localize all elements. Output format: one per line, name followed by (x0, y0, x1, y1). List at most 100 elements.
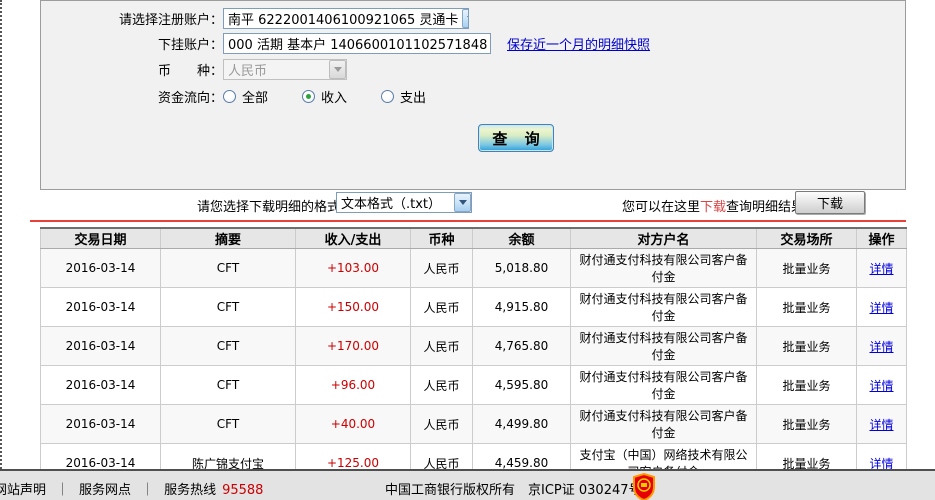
flow-option-all-label: 全部 (242, 90, 269, 106)
col-header-counterparty: 对方户名 (570, 227, 757, 249)
cell-summary: CFT (160, 365, 296, 405)
save-snapshot-link[interactable]: 保存近一个月的明细快照 (507, 34, 650, 53)
cell-summary: CFT (160, 287, 296, 327)
sub-account-select[interactable]: 000 活期 基本户 1406600101102571848 (223, 32, 491, 54)
cell-date: 2016-03-14 (40, 326, 161, 366)
cell-venue: 批量业务 (756, 248, 857, 288)
download-format-label: 请您选择下载明细的格式 (197, 200, 341, 215)
detail-link[interactable]: 详情 (869, 301, 893, 315)
flow-option-income[interactable]: 收入 (302, 87, 347, 106)
cell-currency: 人民币 (410, 326, 473, 366)
cell-amount: +103.00 (295, 248, 411, 288)
flow-option-all[interactable]: 全部 (223, 87, 268, 106)
transaction-table: 交易日期 摘要 收入/支出 币种 余额 对方户名 交易场所 操作 2016-03… (40, 227, 907, 483)
flow-row: 资金流向： 全部 收入 支出 (41, 85, 460, 107)
col-header-balance: 余额 (472, 227, 571, 249)
table-row: 2016-03-14 CFT +103.00 人民币 5,018.80 财付通支… (40, 248, 907, 288)
cell-counterparty: 财付通支付科技有限公司客户备付金 (570, 326, 757, 366)
chevron-down-icon[interactable] (454, 193, 471, 212)
footer-hotline-number: 95588 (222, 483, 264, 498)
chevron-down-icon (329, 59, 346, 79)
cell-date: 2016-03-14 (40, 287, 161, 327)
register-account-select[interactable]: 南平 6222001406100921065 灵通卡 (223, 7, 469, 29)
register-account-value: 南平 6222001406100921065 灵通卡 (228, 12, 459, 28)
cell-amount: +96.00 (295, 365, 411, 405)
footer-separator: ｜ (141, 483, 155, 498)
cell-counterparty: 财付通支付科技有限公司客户备付金 (570, 365, 757, 405)
table-row: 2016-03-14 CFT +40.00 人民币 4,499.80 财付通支付… (40, 404, 907, 444)
table-row: 2016-03-14 CFT +170.00 人民币 4,765.80 财付通支… (40, 326, 907, 366)
cell-amount: +150.00 (295, 287, 411, 327)
col-header-date: 交易日期 (40, 227, 161, 249)
download-button[interactable]: 下载 (795, 191, 865, 214)
footer-link-statement[interactable]: 网站声明 (0, 483, 46, 498)
cell-balance: 4,499.80 (472, 404, 571, 444)
footer: 网站声明 ｜ 服务网点 ｜ 服务热线 95588 中国工商银行版权所有 京ICP证 030… (0, 469, 935, 500)
flow-option-income-label: 收入 (321, 90, 348, 106)
download-hint-prefix: 您可以在这里 (622, 200, 701, 215)
footer-separator: ｜ (56, 483, 70, 498)
cell-summary: CFT (160, 404, 296, 444)
flow-label: 资金流向： (157, 90, 223, 106)
chevron-down-icon[interactable] (462, 8, 468, 28)
download-hint-suffix: 查询明细结果 (726, 200, 805, 215)
cell-summary: CFT (160, 326, 296, 366)
cell-amount: +40.00 (295, 404, 411, 444)
cell-currency: 人民币 (410, 287, 473, 327)
cell-balance: 5,018.80 (472, 248, 571, 288)
currency-value: 人民币 (228, 63, 268, 79)
flow-option-expense-label: 支出 (400, 90, 427, 106)
radio-checked-icon[interactable] (302, 89, 316, 103)
cell-balance: 4,765.80 (472, 326, 571, 366)
cell-counterparty: 财付通支付科技有限公司客户备付金 (570, 404, 757, 444)
table-row: 2016-03-14 CFT +96.00 人民币 4,595.80 财付通支付… (40, 365, 907, 405)
col-header-action: 操作 (856, 227, 907, 249)
flow-option-expense[interactable]: 支出 (381, 87, 426, 106)
download-format-value: 文本格式（.txt） (341, 197, 442, 212)
footer-hotline-label: 服务热线 (164, 483, 217, 498)
query-button[interactable]: 查 询 (478, 124, 554, 152)
detail-link[interactable]: 详情 (869, 379, 893, 393)
footer-link-branches[interactable]: 服务网点 (79, 483, 131, 498)
col-header-currency: 币种 (410, 227, 473, 249)
cell-date: 2016-03-14 (40, 248, 161, 288)
register-account-row: 请选择注册账户： 南平 6222001406100921065 灵通卡 (41, 7, 469, 29)
red-divider (30, 220, 906, 222)
cell-currency: 人民币 (410, 404, 473, 444)
cell-balance: 4,595.80 (472, 365, 571, 405)
security-badge-icon (632, 472, 656, 500)
flow-radio-group: 全部 收入 支出 (223, 87, 460, 106)
register-account-label: 请选择注册账户： (118, 12, 223, 28)
cell-venue: 批量业务 (756, 326, 857, 366)
download-hint-highlight[interactable]: 下载 (700, 200, 726, 215)
cell-date: 2016-03-14 (40, 404, 161, 444)
table-row: 2016-03-14 CFT +150.00 人民币 4,915.80 财付通支… (40, 287, 907, 327)
left-dotted-border (0, 0, 2, 500)
detail-link[interactable]: 详情 (869, 262, 893, 276)
page: 请选择注册账户： 南平 6222001406100921065 灵通卡 下挂账户… (0, 0, 935, 500)
col-header-summary: 摘要 (160, 227, 296, 249)
cell-venue: 批量业务 (756, 287, 857, 327)
cell-counterparty: 财付通支付科技有限公司客户备付金 (570, 248, 757, 288)
table-header-row: 交易日期 摘要 收入/支出 币种 余额 对方户名 交易场所 操作 (40, 227, 907, 249)
cell-currency: 人民币 (410, 248, 473, 288)
download-format-select[interactable]: 文本格式（.txt） (336, 192, 472, 213)
cell-venue: 批量业务 (756, 365, 857, 405)
cell-currency: 人民币 (410, 365, 473, 405)
sub-account-value: 000 活期 基本户 1406600101102571848 (228, 37, 488, 53)
download-hint: 您可以在这里下载查询明细结果 (622, 196, 804, 215)
radio-icon[interactable] (381, 89, 395, 103)
cell-amount: +170.00 (295, 326, 411, 366)
cell-counterparty: 财付通支付科技有限公司客户备付金 (570, 287, 757, 327)
detail-link[interactable]: 详情 (869, 418, 893, 432)
query-form-panel: 请选择注册账户： 南平 6222001406100921065 灵通卡 下挂账户… (40, 0, 906, 190)
currency-label: 币 种： (157, 63, 223, 79)
radio-icon[interactable] (223, 89, 236, 103)
sub-account-row: 下挂账户： 000 活期 基本户 1406600101102571848 保存近… (41, 32, 650, 54)
detail-link[interactable]: 详情 (869, 340, 893, 354)
col-header-venue: 交易场所 (756, 227, 857, 249)
col-header-amount: 收入/支出 (295, 227, 411, 249)
cell-venue: 批量业务 (756, 404, 857, 444)
footer-copyright: 中国工商银行版权所有 京ICP证 030247号 (385, 483, 642, 498)
cell-balance: 4,915.80 (472, 287, 571, 327)
